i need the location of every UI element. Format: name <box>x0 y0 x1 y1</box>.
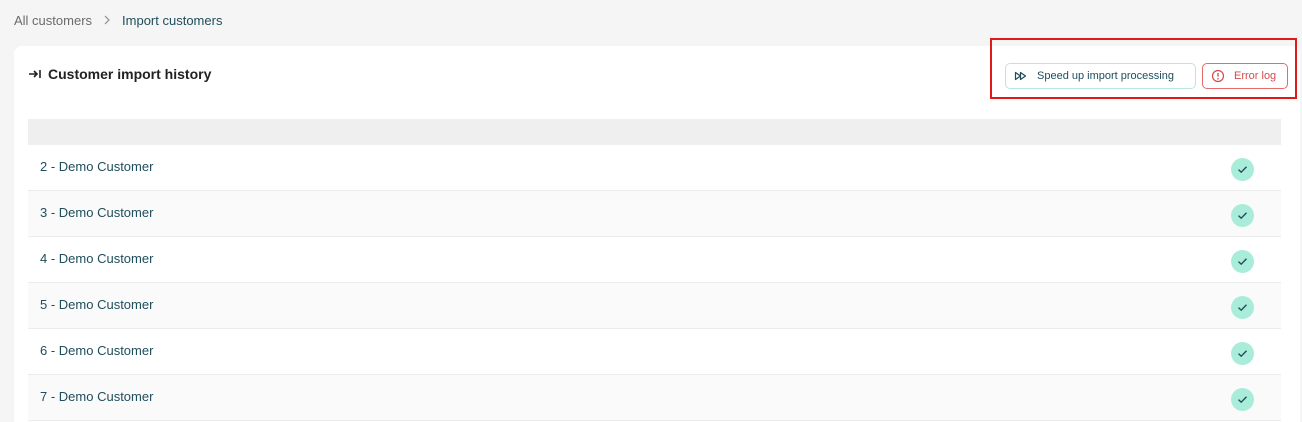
table-row[interactable]: 3 - Demo Customer <box>28 191 1281 237</box>
chevron-right-icon <box>103 12 111 30</box>
card-header: Customer import history <box>28 66 211 82</box>
breadcrumb-all-customers-link[interactable]: All customers <box>14 12 92 30</box>
table-row[interactable]: 5 - Demo Customer <box>28 283 1281 329</box>
fast-forward-icon <box>1014 69 1028 83</box>
alert-circle-icon <box>1211 69 1225 83</box>
table-body: 2 - Demo Customer 3 - Demo Customer 4 - De… <box>28 145 1281 421</box>
customer-name-link[interactable]: 7 - Demo Customer <box>40 389 153 404</box>
import-history-table: 2 - Demo Customer 3 - Demo Customer 4 - De… <box>28 119 1281 421</box>
table-row[interactable]: 2 - Demo Customer <box>28 145 1281 191</box>
table-row[interactable]: 4 - Demo Customer <box>28 237 1281 283</box>
table-header <box>28 119 1281 145</box>
error-log-label: Error log <box>1234 70 1277 82</box>
success-check-icon <box>1231 250 1254 273</box>
success-check-icon <box>1231 158 1254 181</box>
success-check-icon <box>1231 204 1254 227</box>
breadcrumb-current-page: Import customers <box>122 13 223 28</box>
customer-name-link[interactable]: 6 - Demo Customer <box>40 343 153 358</box>
customer-name-link[interactable]: 3 - Demo Customer <box>40 205 153 220</box>
success-check-icon <box>1231 296 1254 319</box>
card-actions: Speed up import processing Error log <box>1005 63 1288 89</box>
import-history-card: Customer import history Speed up import … <box>14 46 1300 422</box>
customer-name-link[interactable]: 5 - Demo Customer <box>40 297 153 312</box>
table-row[interactable]: 7 - Demo Customer <box>28 375 1281 421</box>
success-check-icon <box>1231 342 1254 365</box>
table-row[interactable]: 6 - Demo Customer <box>28 329 1281 375</box>
breadcrumb: All customers Import customers <box>14 12 222 30</box>
import-arrow-icon <box>28 67 42 81</box>
page-title: Customer import history <box>48 66 212 82</box>
customer-name-link[interactable]: 4 - Demo Customer <box>40 251 153 266</box>
success-check-icon <box>1231 388 1254 411</box>
error-log-button[interactable]: Error log <box>1202 63 1288 89</box>
customer-name-link[interactable]: 2 - Demo Customer <box>40 159 153 174</box>
speed-up-import-button[interactable]: Speed up import processing <box>1005 63 1196 89</box>
speed-up-import-label: Speed up import processing <box>1037 70 1174 82</box>
